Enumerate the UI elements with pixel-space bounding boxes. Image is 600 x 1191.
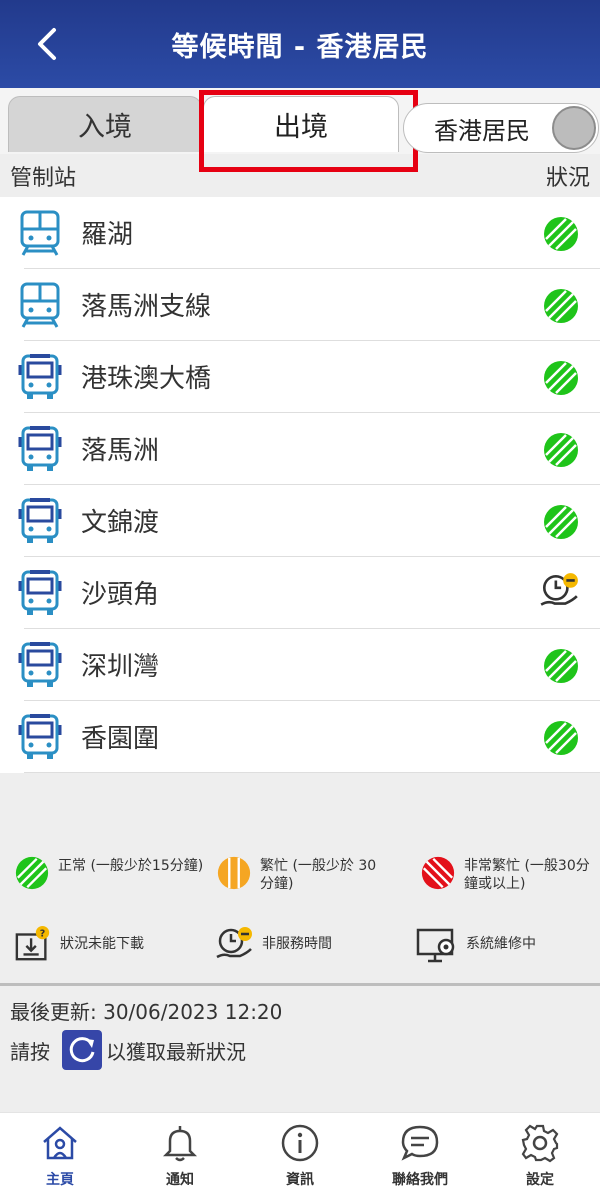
bus-icon: [18, 426, 62, 471]
legend-maintenance-text: 系統維修中: [466, 936, 536, 952]
normal-status-icon: [544, 217, 578, 251]
nav-contact-label: 聯絡我們: [392, 1172, 448, 1188]
resident-toggle[interactable]: 香港居民: [403, 103, 599, 153]
legend-normal: 正常 (一般少於15分鐘): [14, 855, 208, 891]
station-name: 深圳灣: [81, 652, 160, 682]
station-name: 落馬洲支線: [81, 292, 212, 322]
monitor-gear-icon: [416, 928, 455, 963]
nav-contact[interactable]: 聯絡我們: [360, 1113, 480, 1191]
refresh-row: 請按 以獲取最新狀況: [10, 1030, 246, 1070]
normal-status-icon: [544, 649, 578, 683]
train-icon: [20, 282, 60, 328]
column-station: 管制站: [10, 166, 77, 191]
normal-status-icon: [544, 433, 578, 467]
bus-icon: [18, 570, 62, 615]
legend-non-service-text: 非服務時間: [262, 936, 332, 952]
train-icon: [20, 210, 60, 256]
station-row[interactable]: 香園圍: [18, 701, 600, 773]
legend-normal-text: 正常 (一般少於15分鐘): [58, 858, 204, 874]
clock-hand-icon: [540, 573, 578, 606]
tab-entry[interactable]: 入境: [8, 96, 202, 152]
last-update-time: 30/06/2023 12:20: [103, 1000, 283, 1024]
legend-very-busy: 非常繁忙 (一般30分鐘或以上): [420, 855, 599, 893]
bus-icon: [18, 714, 62, 759]
divider: [0, 983, 600, 986]
toggle-knob[interactable]: [552, 106, 596, 150]
nav-info[interactable]: 資訊: [240, 1113, 360, 1191]
legend-not-downloaded: ? 狀況未能下載: [14, 925, 144, 963]
nav-home[interactable]: 主頁: [0, 1113, 120, 1191]
page-title: 等候時間 - 香港居民: [171, 31, 429, 63]
bus-icon: [18, 498, 62, 543]
svg-text:?: ?: [40, 928, 46, 939]
info-icon: [281, 1124, 319, 1162]
bus-icon: [18, 354, 62, 399]
nav-home-label: 主頁: [46, 1172, 74, 1188]
last-update: 最後更新: 30/06/2023 12:20: [10, 996, 282, 1025]
normal-status-icon: [544, 361, 578, 395]
normal-status-icon: [544, 721, 578, 755]
station-name: 羅湖: [81, 220, 134, 250]
back-arrow-icon[interactable]: [28, 24, 68, 64]
bottom-nav: 主頁 通知 資訊 聯絡我們 設定: [0, 1112, 600, 1191]
station-list: 羅湖落馬洲支線港珠澳大橋落馬洲文錦渡沙頭角深圳灣香園圍: [0, 197, 600, 773]
bus-icon: [18, 642, 62, 687]
station-row[interactable]: 深圳灣: [18, 629, 600, 701]
legend-not-downloaded-text: 狀況未能下載: [60, 936, 144, 952]
legend-maintenance: 系統維修中: [416, 925, 536, 965]
selected-tab-highlight: [199, 90, 418, 172]
station-name: 文錦渡: [81, 508, 160, 538]
station-row[interactable]: 落馬洲支線: [20, 269, 600, 341]
refresh-button[interactable]: [62, 1030, 102, 1070]
station-name: 沙頭角: [81, 580, 160, 610]
station-row[interactable]: 沙頭角: [18, 557, 600, 629]
column-status: 狀況: [545, 166, 590, 191]
station-name: 香園圍: [81, 724, 160, 754]
refresh-suffix: 以獲取最新狀況: [106, 1039, 246, 1064]
app-header: 等候時間 - 香港居民: [0, 0, 600, 88]
nav-notify[interactable]: 通知: [120, 1113, 240, 1191]
download-failed-icon: ?: [15, 925, 50, 961]
normal-status-icon: [544, 289, 578, 323]
legend-very-busy-text: 非常繁忙 (一般30分鐘或以上): [464, 858, 590, 892]
station-row[interactable]: 港珠澳大橋: [18, 341, 600, 413]
last-update-label: 最後更新:: [10, 1000, 97, 1024]
legend-non-service: 非服務時間: [214, 925, 332, 965]
nav-info-label: 資訊: [286, 1172, 314, 1188]
very-busy-status-icon: [421, 856, 455, 890]
busy-status-icon: [217, 856, 251, 890]
normal-status-icon: [15, 856, 49, 890]
refresh-prefix: 請按: [10, 1039, 50, 1064]
chat-icon: [401, 1125, 439, 1161]
station-row[interactable]: 落馬洲: [18, 413, 600, 485]
bell-icon: [162, 1126, 198, 1162]
clock-hand-icon: [216, 927, 252, 959]
home-icon: [43, 1126, 77, 1160]
station-row[interactable]: 羅湖: [20, 197, 600, 269]
station-name: 港珠澳大橋: [81, 364, 212, 394]
toggle-label: 香港居民: [434, 116, 530, 145]
nav-settings-label: 設定: [526, 1172, 554, 1188]
nav-settings[interactable]: 設定: [480, 1113, 600, 1191]
nav-notify-label: 通知: [166, 1172, 194, 1188]
gear-icon: [521, 1124, 559, 1163]
station-name: 落馬洲: [81, 436, 160, 466]
refresh-icon: [69, 1037, 95, 1063]
station-row[interactable]: 文錦渡: [18, 485, 600, 557]
normal-status-icon: [544, 505, 578, 539]
legend-busy: 繁忙 (一般少於 30分鐘): [216, 855, 385, 893]
legend-busy-text: 繁忙 (一般少於 30分鐘): [260, 858, 377, 892]
